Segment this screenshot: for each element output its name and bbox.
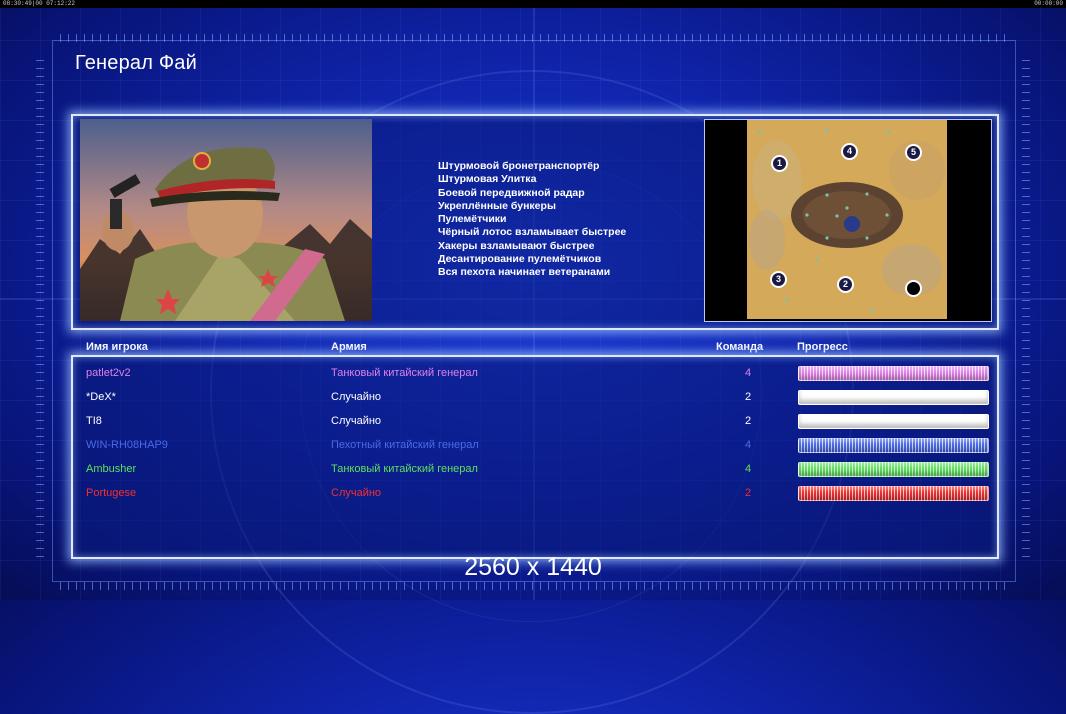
player-army: Танковый китайский генерал [331,367,478,379]
player-team: 2 [745,415,752,427]
table-row: patlet2v2 Танковый китайский генерал 4 [0,361,1066,385]
general-title: Генерал Фай [75,52,197,74]
start-position-5[interactable]: 5 [905,144,922,161]
start-position-3[interactable]: 3 [770,271,787,288]
start-position-2[interactable]: 2 [837,276,854,293]
player-army: Пехотный китайский генерал [331,439,479,451]
start-position-6[interactable] [905,280,922,297]
start-position-4[interactable]: 4 [841,143,858,160]
player-team: 2 [745,391,752,403]
player-army: Танковый китайский генерал [331,463,478,475]
feature-item: Хакеры взламывают быстрее [438,239,595,252]
general-portrait-image [80,119,372,321]
bottom-ruler [60,582,1010,590]
player-name: WIN-RH08HAP9 [86,439,168,451]
header-player-name: Имя игрока [86,341,148,353]
start-position-1[interactable]: 1 [771,155,788,172]
table-row: WIN-RH08HAP9 Пехотный китайский генерал 4 [0,433,1066,457]
player-army: Случайно [331,391,382,403]
player-team: 4 [745,367,752,379]
feature-item: Боевой передвижной радар [438,186,585,199]
feature-item: Чёрный лотос взламывает быстрее [438,226,627,239]
table-row: TI8 Случайно 2 [0,409,1066,433]
feature-item: Штурмовой бронетранспортёр [438,160,600,172]
player-team: 4 [745,439,752,451]
table-row: Portugese Случайно 2 [0,481,1066,505]
general-features-list: Штурмовой бронетранспортёр Штурмовая Ули… [438,160,626,280]
status-right-text: 00:00:00 [1034,0,1063,7]
header-team: Команда [716,341,764,353]
top-ruler [60,34,1010,42]
player-name: *DeX* [86,391,116,403]
player-name: Portugese [86,487,137,499]
player-progress-bar [798,438,989,453]
status-left-text: 08:30:49|00 07:12:22 [3,0,76,7]
resolution-label: 2560 x 1440 [464,553,602,581]
player-progress-bar [798,414,989,429]
general-portrait [80,119,372,321]
player-name: Ambusher [86,463,137,475]
player-team: 4 [745,463,752,475]
feature-item: Укреплённые бункеры [438,199,556,212]
player-name: TI8 [86,415,102,427]
player-progress-bar [798,366,989,381]
header-army: Армия [331,341,367,353]
player-progress-bar [798,462,989,477]
player-progress-bar [798,486,989,501]
player-team: 2 [745,487,752,499]
table-row: *DeX* Случайно 2 [0,385,1066,409]
feature-item: Штурмовая Улитка [438,173,537,186]
header-progress: Прогресс [797,341,848,353]
player-progress-bar [798,390,989,405]
player-name: patlet2v2 [86,367,131,379]
player-army: Случайно [331,415,382,427]
feature-item: Пулемётчики [438,213,507,226]
status-bar: 08:30:49|00 07:12:22 00:00:00 [0,0,1066,8]
player-army: Случайно [331,487,382,499]
feature-item: Вся пехота начинает ветеранами [438,266,611,279]
feature-item: Десантирование пулемётчиков [438,253,602,266]
table-row: Ambusher Танковый китайский генерал 4 [0,457,1066,481]
map-preview: 1 4 5 3 2 [747,120,947,319]
